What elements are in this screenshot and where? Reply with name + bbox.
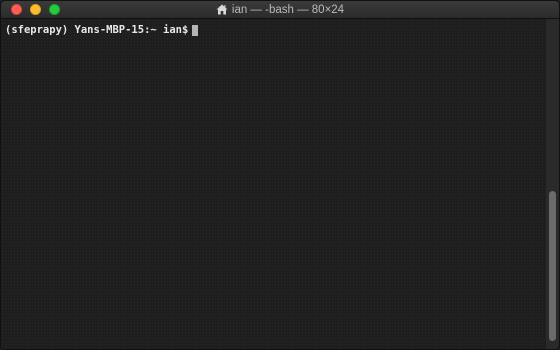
title-bar[interactable]: ian — -bash — 80×24 [1,1,559,19]
home-icon [216,4,228,15]
text-cursor [192,24,199,36]
window-title-container: ian — -bash — 80×24 [1,1,559,18]
terminal-window: ian — -bash — 80×24 (sfeprapy) Yans-MBP-… [0,0,560,350]
window-title: ian — -bash — 80×24 [231,3,345,16]
scrollbar-thumb[interactable] [549,191,556,341]
terminal-output-area[interactable]: (sfeprapy) Yans-MBP-15:~ ian$ [1,19,545,349]
scrollbar[interactable] [546,19,559,349]
prompt-line: (sfeprapy) Yans-MBP-15:~ ian$ [5,24,199,36]
shell-prompt: (sfeprapy) Yans-MBP-15:~ ian$ [5,24,189,36]
